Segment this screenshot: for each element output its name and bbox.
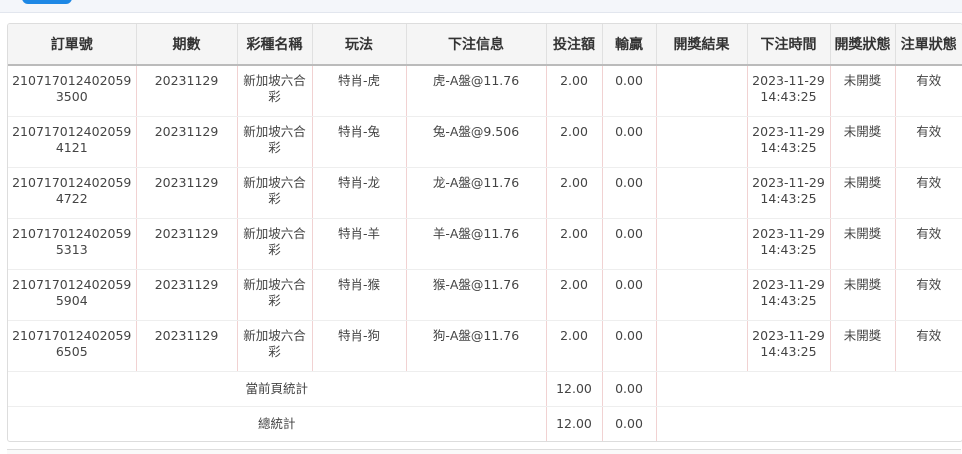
table-row: 2107170124020595313 20231129 新加坡六合彩 特肖-羊… [8,218,962,270]
play-cell: 特肖-兔 [312,116,407,168]
toolbar-button[interactable] [22,0,72,4]
top-toolbar-strip [0,0,962,13]
bet-time-cell: 2023-11-29 14:43:25 [747,65,831,117]
order-status-cell: 有效 [895,116,962,168]
draw-result-cell [656,218,748,270]
order-no-cell: 2107170124020595904 [8,269,137,321]
grand-total-label: 總統計 [8,406,547,441]
draw-status-cell: 未開獎 [830,65,896,117]
amount-cell: 2.00 [546,269,603,321]
bet-info-cell: 兔-A盤@9.506 [406,116,547,168]
draw-status-cell: 未開獎 [830,269,896,321]
period-cell: 20231129 [136,65,238,117]
page-total-empty [656,371,962,407]
amount-cell: 2.00 [546,167,603,219]
bet-time-cell: 2023-11-29 14:43:25 [747,116,831,168]
bet-time-cell: 2023-11-29 14:43:25 [747,218,831,270]
win-loss-cell: 0.00 [602,320,657,372]
header-lottery-name[interactable]: 彩種名稱 [237,24,313,66]
order-no-cell: 2107170124020593500 [8,65,137,117]
header-draw-result[interactable]: 開獎結果 [656,24,748,66]
order-status-cell: 有效 [895,167,962,219]
draw-status-cell: 未開獎 [830,116,896,168]
header-draw-status[interactable]: 開獎狀態 [830,24,896,66]
period-cell: 20231129 [136,116,238,168]
page-total-row: 當前頁統計 12.00 0.00 [8,371,962,407]
bottom-panel-edge [7,449,961,454]
page-total-amount: 12.00 [546,371,603,407]
win-loss-cell: 0.00 [602,116,657,168]
amount-cell: 2.00 [546,65,603,117]
bet-info-cell: 龙-A盤@11.76 [406,167,547,219]
amount-cell: 2.00 [546,116,603,168]
draw-status-cell: 未開獎 [830,218,896,270]
order-status-cell: 有效 [895,65,962,117]
grand-total-row: 總統計 12.00 0.00 [8,406,962,441]
header-bet-amount[interactable]: 投注額 [546,24,603,66]
draw-result-cell [656,320,748,372]
header-win-loss[interactable]: 輸贏 [602,24,657,66]
bet-records-panel: 訂單號 期數 彩種名稱 玩法 下注信息 投注額 輸贏 開獎結果 下注時間 開獎狀… [7,23,962,442]
table-row: 2107170124020594121 20231129 新加坡六合彩 特肖-兔… [8,116,962,168]
header-order-no[interactable]: 訂單號 [8,24,137,66]
header-order-status[interactable]: 注單狀態 [895,24,962,66]
bet-time-cell: 2023-11-29 14:43:25 [747,269,831,321]
lottery-cell: 新加坡六合彩 [237,65,313,117]
bet-info-cell: 猴-A盤@11.76 [406,269,547,321]
page-total-win-loss: 0.00 [602,371,657,407]
draw-status-cell: 未開獎 [830,320,896,372]
draw-result-cell [656,269,748,321]
win-loss-cell: 0.00 [602,65,657,117]
amount-cell: 2.00 [546,320,603,372]
lottery-cell: 新加坡六合彩 [237,218,313,270]
play-cell: 特肖-龙 [312,167,407,219]
order-no-cell: 2107170124020594722 [8,167,137,219]
play-cell: 特肖-羊 [312,218,407,270]
bet-records-table: 訂單號 期數 彩種名稱 玩法 下注信息 投注額 輸贏 開獎結果 下注時間 開獎狀… [8,24,962,441]
grand-total-amount: 12.00 [546,406,603,441]
table-row: 2107170124020595904 20231129 新加坡六合彩 特肖-猴… [8,269,962,321]
play-cell: 特肖-狗 [312,320,407,372]
period-cell: 20231129 [136,269,238,321]
win-loss-cell: 0.00 [602,269,657,321]
draw-result-cell [656,116,748,168]
table-row: 2107170124020593500 20231129 新加坡六合彩 特肖-虎… [8,65,962,117]
win-loss-cell: 0.00 [602,218,657,270]
period-cell: 20231129 [136,218,238,270]
draw-status-cell: 未開獎 [830,167,896,219]
lottery-cell: 新加坡六合彩 [237,167,313,219]
table-row: 2107170124020594722 20231129 新加坡六合彩 特肖-龙… [8,167,962,219]
table-header-row: 訂單號 期數 彩種名稱 玩法 下注信息 投注額 輸贏 開獎結果 下注時間 開獎狀… [8,24,962,66]
amount-cell: 2.00 [546,218,603,270]
header-play-type[interactable]: 玩法 [312,24,407,66]
lottery-cell: 新加坡六合彩 [237,269,313,321]
draw-result-cell [656,65,748,117]
order-status-cell: 有效 [895,269,962,321]
order-no-cell: 2107170124020596505 [8,320,137,372]
bet-info-cell: 虎-A盤@11.76 [406,65,547,117]
table-row: 2107170124020596505 20231129 新加坡六合彩 特肖-狗… [8,320,962,372]
period-cell: 20231129 [136,320,238,372]
order-no-cell: 2107170124020594121 [8,116,137,168]
page-total-label: 當前頁統計 [8,371,547,407]
period-cell: 20231129 [136,167,238,219]
bet-info-cell: 羊-A盤@11.76 [406,218,547,270]
header-period[interactable]: 期數 [136,24,238,66]
header-bet-info[interactable]: 下注信息 [406,24,547,66]
lottery-cell: 新加坡六合彩 [237,116,313,168]
lottery-cell: 新加坡六合彩 [237,320,313,372]
order-no-cell: 2107170124020595313 [8,218,137,270]
bet-time-cell: 2023-11-29 14:43:25 [747,320,831,372]
win-loss-cell: 0.00 [602,167,657,219]
order-status-cell: 有效 [895,218,962,270]
header-bet-time[interactable]: 下注時間 [747,24,831,66]
play-cell: 特肖-猴 [312,269,407,321]
grand-total-win-loss: 0.00 [602,406,657,441]
grand-total-empty [656,406,962,441]
bet-info-cell: 狗-A盤@11.76 [406,320,547,372]
bet-time-cell: 2023-11-29 14:43:25 [747,167,831,219]
draw-result-cell [656,167,748,219]
order-status-cell: 有效 [895,320,962,372]
play-cell: 特肖-虎 [312,65,407,117]
